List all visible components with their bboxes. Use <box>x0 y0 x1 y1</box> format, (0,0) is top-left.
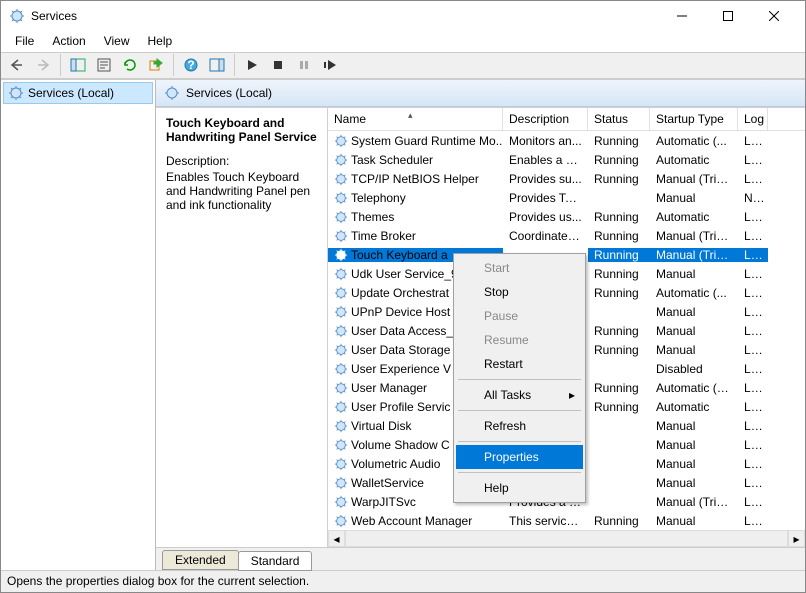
scroll-left-icon[interactable]: ◂ <box>328 530 345 547</box>
menu-bar: File Action View Help <box>1 31 805 52</box>
col-startup[interactable]: Startup Type <box>650 108 738 130</box>
title-bar: Services <box>1 1 805 31</box>
right-pane: Services (Local) Touch Keyboard and Hand… <box>156 80 805 570</box>
context-menu: Start Stop Pause Resume Restart All Task… <box>453 253 586 503</box>
nav-label: Services (Local) <box>28 86 114 100</box>
start-service-button[interactable] <box>240 53 264 77</box>
cm-resume[interactable]: Resume <box>456 328 583 352</box>
forward-button[interactable] <box>31 53 55 77</box>
scroll-right-icon[interactable]: ▸ <box>788 530 805 547</box>
restart-service-button[interactable] <box>318 53 342 77</box>
chevron-right-icon: ▸ <box>569 388 575 402</box>
stop-service-button[interactable] <box>266 53 290 77</box>
col-description[interactable]: Description <box>503 108 588 130</box>
description-text: Enables Touch Keyboard and Handwriting P… <box>166 170 317 212</box>
cm-start[interactable]: Start <box>456 256 583 280</box>
selected-service-name: Touch Keyboard and Handwriting Panel Ser… <box>166 116 317 144</box>
pane-header: Services (Local) <box>156 80 805 107</box>
pane-body: Touch Keyboard and Handwriting Panel Ser… <box>156 107 805 547</box>
cm-pause[interactable]: Pause <box>456 304 583 328</box>
nav-services-local[interactable]: Services (Local) <box>3 82 153 104</box>
view-tabs: Extended Standard <box>156 547 805 570</box>
service-row[interactable]: Task SchedulerEnables a us...RunningAuto… <box>328 150 805 169</box>
export-button[interactable] <box>144 53 168 77</box>
action-pane-button[interactable] <box>205 53 229 77</box>
cm-refresh[interactable]: Refresh <box>456 414 583 438</box>
close-button[interactable] <box>751 1 797 31</box>
window-title: Services <box>31 9 659 23</box>
description-label: Description: <box>166 154 317 168</box>
detail-pane: Touch Keyboard and Handwriting Panel Ser… <box>156 108 327 547</box>
refresh-button[interactable] <box>118 53 142 77</box>
sort-indicator-icon: ▴ <box>408 110 413 121</box>
pane-header-label: Services (Local) <box>186 86 272 100</box>
menu-help[interactable]: Help <box>140 32 181 50</box>
status-bar: Opens the properties dialog box for the … <box>1 570 805 592</box>
app-icon <box>9 8 25 24</box>
menu-file[interactable]: File <box>7 32 42 50</box>
content: Services (Local) Services (Local) Touch … <box>1 79 805 570</box>
cm-stop[interactable]: Stop <box>456 280 583 304</box>
cm-all-tasks[interactable]: All Tasks▸ <box>456 383 583 407</box>
minimize-button[interactable] <box>659 1 705 31</box>
service-row[interactable]: TCP/IP NetBIOS HelperProvides su...Runni… <box>328 169 805 188</box>
gear-icon <box>8 85 24 101</box>
menu-view[interactable]: View <box>96 32 138 50</box>
column-headers: Name Description Status Startup Type Log… <box>328 108 805 131</box>
service-row[interactable]: ThemesProvides us...RunningAutomaticLoca <box>328 207 805 226</box>
cm-properties[interactable]: Properties <box>456 445 583 469</box>
tab-extended[interactable]: Extended <box>162 550 239 570</box>
back-button[interactable] <box>5 53 29 77</box>
cm-help[interactable]: Help <box>456 476 583 500</box>
col-name[interactable]: Name <box>328 108 503 130</box>
menu-action[interactable]: Action <box>44 32 93 50</box>
service-row[interactable]: TelephonyProvides Tel...ManualNetw <box>328 188 805 207</box>
col-logon[interactable]: Log <box>738 108 768 130</box>
help-icon[interactable]: ? <box>179 53 203 77</box>
nav-pane: Services (Local) <box>1 80 156 570</box>
show-hide-tree-button[interactable] <box>66 53 90 77</box>
service-row[interactable]: Web Account ManagerThis service ...Runni… <box>328 511 805 530</box>
toolbar: ? <box>1 52 805 80</box>
svg-text:?: ? <box>187 58 194 72</box>
service-row[interactable]: Time BrokerCoordinates...RunningManual (… <box>328 226 805 245</box>
pause-service-button[interactable] <box>292 53 316 77</box>
gear-icon <box>164 85 180 101</box>
col-status[interactable]: Status <box>588 108 650 130</box>
services-list: Name Description Status Startup Type Log… <box>327 108 805 547</box>
tab-standard[interactable]: Standard <box>238 551 313 571</box>
horizontal-scrollbar[interactable]: ◂ ▸ <box>328 530 805 547</box>
cm-restart[interactable]: Restart <box>456 352 583 376</box>
service-row[interactable]: System Guard Runtime Mo...Monitors an...… <box>328 131 805 150</box>
maximize-button[interactable] <box>705 1 751 31</box>
properties-button[interactable] <box>92 53 116 77</box>
